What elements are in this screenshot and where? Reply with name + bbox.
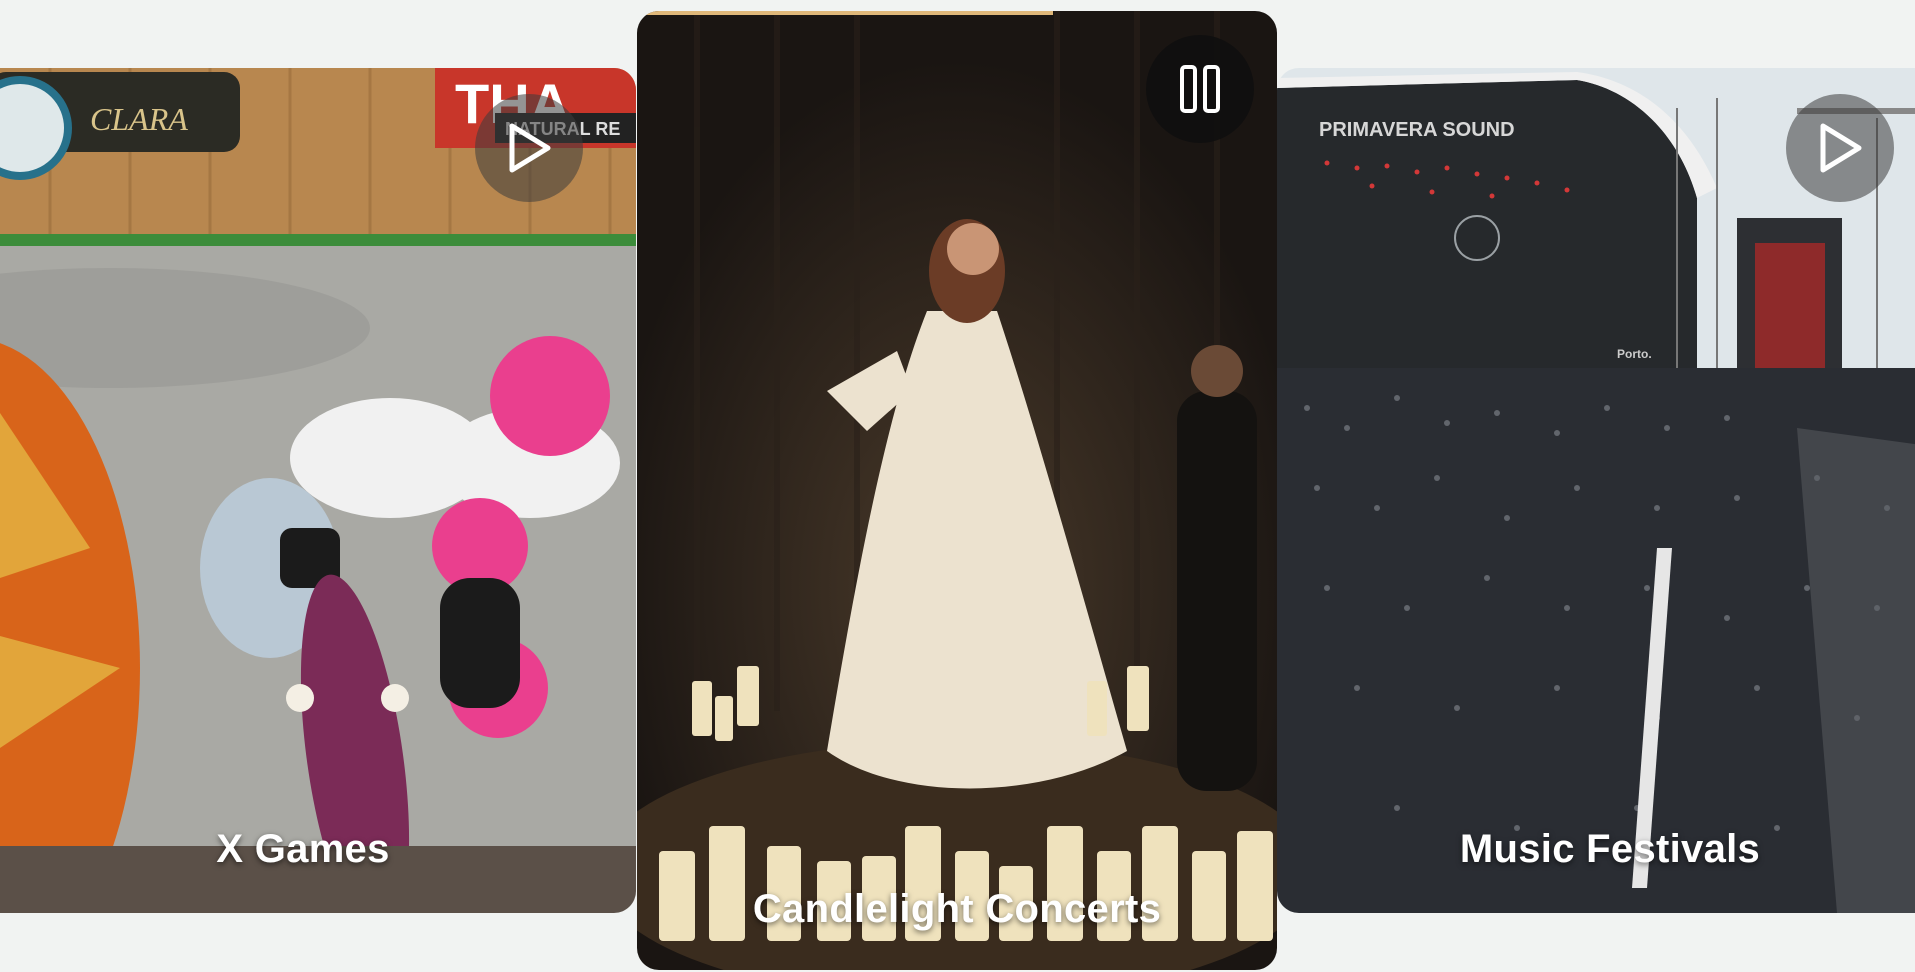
card-x-games[interactable]: CLARA THA NATURAL RE bbox=[0, 68, 636, 913]
play-button[interactable] bbox=[475, 94, 583, 202]
video-progress-bar bbox=[637, 11, 1053, 15]
pause-icon bbox=[1180, 65, 1220, 113]
pause-button[interactable] bbox=[1146, 35, 1254, 143]
card-title: X Games bbox=[216, 827, 390, 871]
card-music-festivals[interactable]: PRIMAVERA SOUND Porto. Music Festivals bbox=[1277, 68, 1915, 913]
candlelight-video bbox=[637, 11, 1277, 970]
card-title: Music Festivals bbox=[1459, 827, 1761, 871]
stage-sign: PRIMAVERA SOUND bbox=[1319, 119, 1515, 141]
play-icon bbox=[509, 123, 551, 173]
play-icon bbox=[1820, 123, 1862, 173]
card-title: Candlelight Concerts bbox=[752, 887, 1162, 931]
stage-sign-porto: Porto. bbox=[1617, 347, 1652, 361]
sign-clara: CLARA bbox=[90, 101, 188, 137]
card-candlelight-concerts[interactable]: Candlelight Concerts bbox=[637, 11, 1277, 970]
play-button[interactable] bbox=[1786, 94, 1894, 202]
video-carousel: CLARA THA NATURAL RE bbox=[0, 0, 1915, 972]
